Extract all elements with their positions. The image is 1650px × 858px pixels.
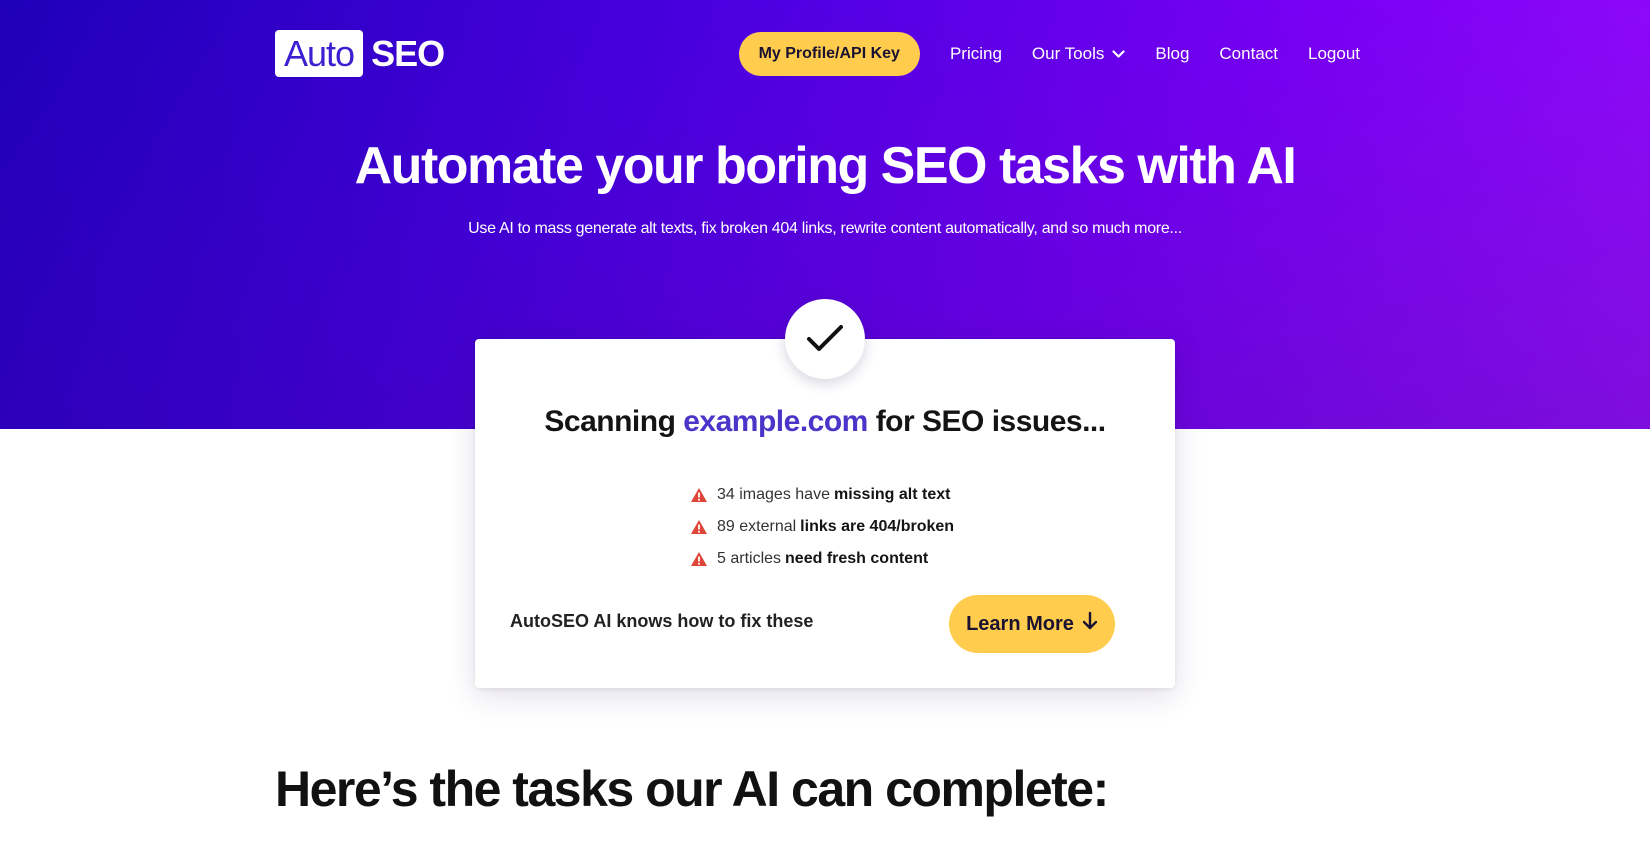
issue-list: 34 images have missing alt text 89 exter…	[690, 479, 954, 575]
hero-subtitle: Use AI to mass generate alt texts, fix b…	[468, 220, 1182, 237]
checkmark-icon	[807, 325, 843, 351]
nav-pricing-label: Pricing	[949, 44, 1002, 63]
issue-text: 5 articles	[717, 550, 782, 567]
learn-more-label: Learn More	[966, 612, 1074, 635]
warning-icon	[691, 520, 707, 534]
nav-our-tools-dropdown[interactable]: Our Tools	[1032, 44, 1125, 64]
learn-more-button[interactable]: Learn More	[949, 595, 1115, 653]
nav-pricing-link[interactable]: Pricing	[950, 44, 1002, 64]
arrow-down-icon	[1082, 611, 1098, 637]
issue-bold-text: need fresh content	[785, 550, 929, 567]
tasks-heading: Here’s the tasks our AI can complete:	[275, 761, 1109, 817]
scan-title-suffix: for SEO issues...	[875, 405, 1106, 438]
list-item: 34 images have missing alt text	[690, 479, 954, 511]
nav-blog-link[interactable]: Blog	[1155, 44, 1189, 64]
fix-message: AutoSEO AI knows how to fix these	[510, 611, 814, 631]
logo-text: SEO	[371, 32, 445, 74]
scan-domain: example.com	[683, 405, 868, 438]
nav-our-tools-label: Our Tools	[1031, 44, 1105, 63]
scan-card: Scanning example.com for SEO issues... 3…	[475, 339, 1175, 688]
nav-contact-label: Contact	[1219, 44, 1278, 63]
scan-title: Scanning example.com for SEO issues...	[475, 405, 1175, 439]
nav-contact-link[interactable]: Contact	[1219, 44, 1278, 64]
check-badge	[785, 299, 865, 379]
nav-blog-label: Blog	[1155, 44, 1190, 63]
list-item: 89 external links are 404/broken	[690, 511, 954, 543]
issue-text: 89 external	[717, 518, 797, 535]
chevron-down-icon	[1112, 44, 1125, 64]
scan-title-prefix: Scanning	[544, 405, 676, 438]
nav-logout-link[interactable]: Logout	[1308, 44, 1360, 64]
logo-box-text: Auto	[275, 30, 364, 77]
logo[interactable]: Auto SEO	[275, 30, 445, 77]
issue-bold-text: missing alt text	[833, 486, 951, 503]
my-profile-button[interactable]: My Profile/API Key	[738, 32, 920, 76]
warning-icon	[691, 488, 707, 502]
hero-title: Automate your boring SEO tasks with AI	[354, 137, 1297, 195]
warning-icon	[691, 552, 707, 566]
issue-bold-text: links are 404/broken	[800, 518, 955, 535]
nav-logout-label: Logout	[1308, 44, 1360, 63]
issue-text: 34 images have	[717, 486, 830, 503]
list-item: 5 articles need fresh content	[690, 543, 954, 575]
main-nav: My Profile/API Key Pricing Our Tools Blo…	[738, 32, 1360, 76]
